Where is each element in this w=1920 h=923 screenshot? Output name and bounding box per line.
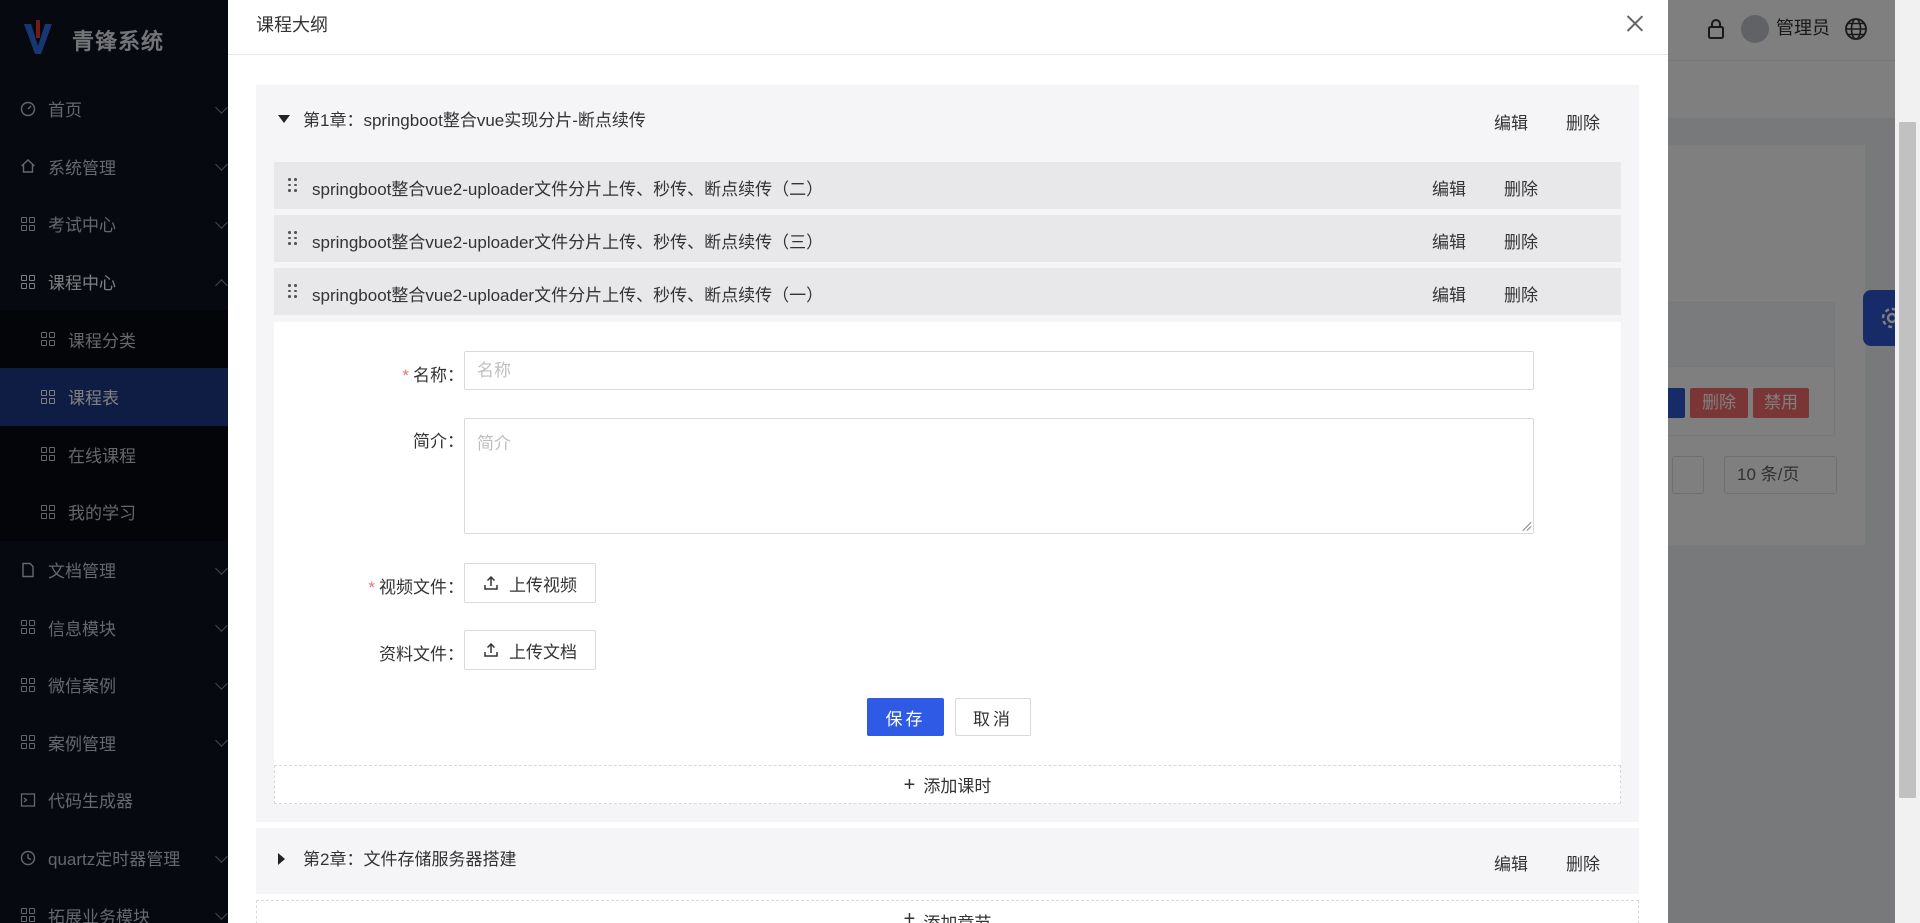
close-icon[interactable]	[1624, 12, 1646, 34]
add-chapter-label: 添加章节	[923, 909, 991, 923]
upload-doc-label: 上传文档	[509, 642, 577, 662]
lesson-title: springboot整合vue2-uploader文件分片上传、秒传、断点续传（…	[312, 286, 824, 305]
add-lesson-label: 添加课时	[923, 777, 992, 796]
upload-icon	[484, 642, 498, 657]
lesson-title: springboot整合vue2-uploader文件分片上传、秒传、断点续传（…	[312, 180, 824, 199]
video-label-text: 视频文件：	[379, 578, 464, 597]
lesson-row[interactable]: springboot整合vue2-uploader文件分片上传、秒传、断点续传（…	[274, 268, 1621, 315]
save-button[interactable]: 保存	[867, 698, 944, 736]
dialog-header: 课程大纲	[228, 0, 1668, 55]
required-mark: *	[402, 366, 409, 385]
drag-handle-icon[interactable]	[288, 231, 297, 245]
resize-handle-icon[interactable]	[1523, 522, 1532, 531]
upload-doc-button[interactable]: 上传文档	[464, 630, 596, 670]
upload-video-button[interactable]: 上传视频	[464, 563, 596, 603]
name-input[interactable]	[464, 351, 1534, 390]
caret-right-icon[interactable]	[278, 853, 285, 865]
caret-down-icon[interactable]	[278, 115, 290, 123]
lesson-delete-button[interactable]: 删除	[1504, 228, 1538, 253]
chapter-delete-button[interactable]: 删除	[1566, 850, 1600, 875]
doc-label: 资料文件：	[379, 645, 464, 664]
scrollbar-thumb[interactable]	[1899, 122, 1916, 798]
lesson-title: springboot整合vue2-uploader文件分片上传、秒传、断点续传（…	[312, 233, 824, 252]
chapter-title: 第2章：文件存储服务器搭建	[303, 850, 517, 869]
lesson-delete-button[interactable]: 删除	[1504, 175, 1538, 200]
add-chapter-button[interactable]: + 添加章节	[256, 900, 1639, 923]
lesson-edit-button[interactable]: 编辑	[1432, 228, 1466, 253]
required-mark: *	[368, 578, 375, 597]
add-lesson-button[interactable]: + 添加课时	[274, 765, 1621, 804]
name-label-text: 名称：	[413, 366, 464, 385]
chapter-edit-button[interactable]: 编辑	[1494, 109, 1528, 134]
upload-icon	[484, 575, 498, 590]
drag-handle-icon[interactable]	[288, 284, 297, 298]
chapter-panel: 第2章：文件存储服务器搭建 编辑 删除	[256, 828, 1639, 894]
cancel-button[interactable]: 取消	[955, 698, 1031, 736]
drag-handle-icon[interactable]	[288, 178, 297, 192]
chapter-header[interactable]: 第1章：springboot整合vue实现分片-断点续传 编辑 删除	[256, 85, 1639, 155]
chapter-title: 第1章：springboot整合vue实现分片-断点续传	[303, 111, 646, 130]
chapter-panel: 第1章：springboot整合vue实现分片-断点续传 编辑 删除 sprin…	[256, 85, 1639, 822]
lesson-delete-button[interactable]: 删除	[1504, 281, 1538, 306]
intro-label: 简介：	[413, 432, 464, 451]
course-outline-dialog: 课程大纲 第1章：springboot整合vue实现分片-断点续传 编辑 删除 …	[228, 0, 1668, 923]
lesson-form: *名称： 简介： *视频文件： 上传视频 资料文件： 上传文档 保存 取消	[274, 322, 1621, 766]
plus-icon: +	[903, 908, 916, 923]
lesson-edit-button[interactable]: 编辑	[1432, 175, 1466, 200]
lesson-row[interactable]: springboot整合vue2-uploader文件分片上传、秒传、断点续传（…	[274, 162, 1621, 209]
intro-textarea[interactable]	[464, 418, 1534, 534]
name-label: * 名称：	[394, 361, 464, 386]
upload-video-label: 上传视频	[509, 575, 577, 595]
lesson-row[interactable]: springboot整合vue2-uploader文件分片上传、秒传、断点续传（…	[274, 215, 1621, 262]
chapter-header[interactable]: 第2章：文件存储服务器搭建 编辑 删除	[256, 828, 1639, 898]
video-label: * 视频文件：	[354, 573, 464, 598]
dialog-title: 课程大纲	[256, 15, 328, 35]
chapter-delete-button[interactable]: 删除	[1566, 109, 1600, 134]
chapter-edit-button[interactable]: 编辑	[1494, 850, 1528, 875]
lesson-edit-button[interactable]: 编辑	[1432, 281, 1466, 306]
plus-icon: +	[903, 773, 916, 796]
